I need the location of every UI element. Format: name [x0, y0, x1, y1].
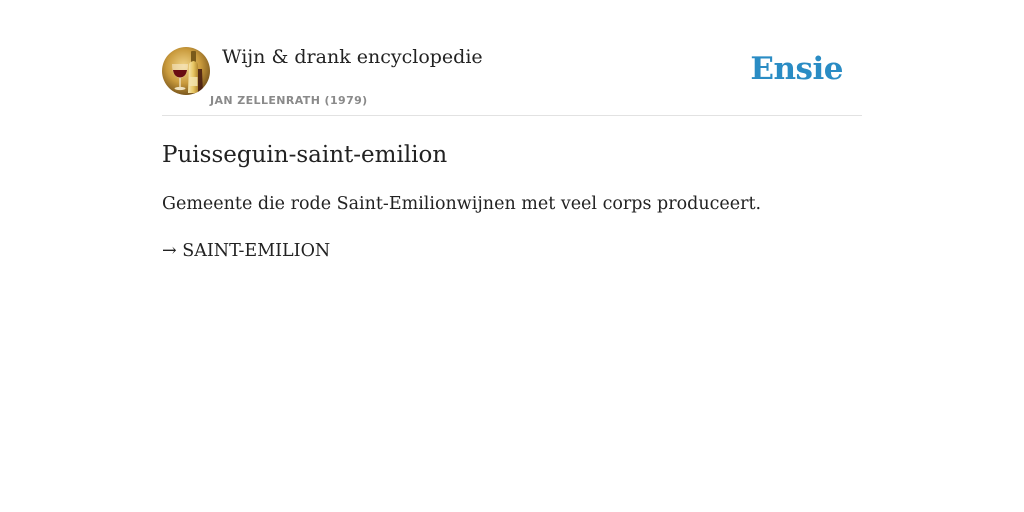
entry-definition: Gemeente die rode Saint-Emilionwijnen me…	[162, 194, 762, 214]
author-label: JAN ZELLENRATH (1979)	[210, 94, 368, 107]
page: Wijn & drank encyclopedie JAN ZELLENRATH…	[162, 0, 862, 264]
see-also-link[interactable]: SAINT-EMILION	[182, 241, 330, 261]
encyclopedia-header: Wijn & drank encyclopedie JAN ZELLENRATH…	[162, 46, 862, 116]
encyclopedia-title-link[interactable]: Wijn & drank encyclopedie	[222, 46, 483, 68]
arrow-right-icon: →	[162, 241, 177, 261]
wine-bottle-glass-icon	[162, 47, 210, 95]
encyclopedia-logo-icon[interactable]	[162, 47, 210, 95]
see-also-reference: → SAINT-EMILION	[162, 238, 862, 264]
ensie-brand-logo[interactable]: Ensie	[750, 51, 843, 87]
entry-title: Puisseguin-saint-emilion	[162, 142, 448, 168]
